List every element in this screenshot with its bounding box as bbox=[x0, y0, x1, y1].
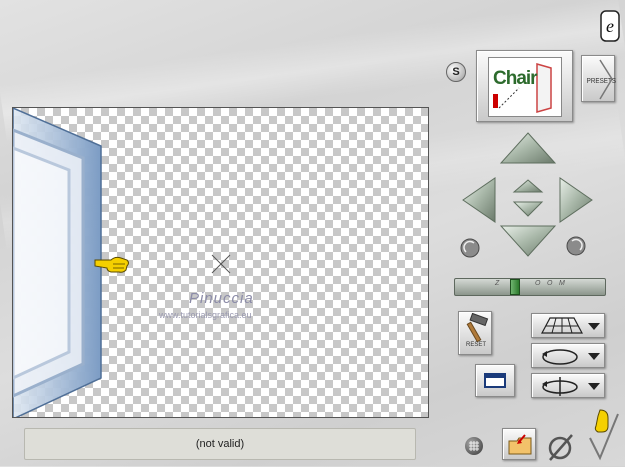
axis-rotation-dropdown[interactable] bbox=[531, 373, 605, 398]
grid-toggle-icon[interactable] bbox=[465, 437, 483, 455]
cancel-icon[interactable] bbox=[547, 432, 575, 462]
perspective-grid-icon bbox=[541, 317, 600, 334]
zoom-letter: Z bbox=[495, 280, 500, 287]
preview-canvas[interactable]: Pinuccia www.tutorialsgrafica.eu bbox=[12, 107, 429, 418]
preview-thumbnail: Chair bbox=[488, 57, 562, 117]
hammer-icon bbox=[466, 313, 489, 343]
axis-rotate-icon bbox=[542, 377, 600, 396]
reset-label: RESET bbox=[466, 342, 487, 348]
chevron-down-icon bbox=[588, 383, 600, 390]
move-up-small-icon[interactable] bbox=[512, 179, 544, 193]
rotate-circle-icon bbox=[542, 349, 600, 365]
zoom-letter: M bbox=[559, 280, 565, 287]
rotation-dropdown[interactable] bbox=[531, 343, 605, 368]
arrow-right-icon[interactable] bbox=[559, 177, 593, 223]
preview-text: Chair bbox=[493, 68, 538, 89]
ok-check-icon[interactable] bbox=[586, 408, 622, 462]
status-bar: (not valid) bbox=[24, 428, 416, 460]
arrow-up-icon[interactable] bbox=[499, 132, 557, 164]
reset-button[interactable]: RESET bbox=[458, 311, 492, 355]
zoom-slider-thumb[interactable] bbox=[510, 279, 520, 295]
presets-button[interactable]: PRESETS bbox=[581, 55, 616, 102]
chevron-down-icon bbox=[588, 353, 600, 360]
zoom-letter: O bbox=[547, 280, 553, 287]
pointing-hand-icon bbox=[94, 256, 129, 273]
info-icon[interactable]: e bbox=[600, 10, 620, 42]
status-text: (not valid) bbox=[195, 438, 245, 450]
arrow-down-icon[interactable] bbox=[499, 225, 557, 257]
zoom-slider[interactable]: Z O O M bbox=[454, 278, 606, 296]
perspective-dropdown[interactable] bbox=[531, 313, 605, 338]
rotate-left-icon[interactable] bbox=[460, 238, 480, 258]
move-down-small-icon[interactable] bbox=[512, 201, 544, 217]
s-button-label: S bbox=[452, 66, 460, 78]
folder-icon bbox=[508, 434, 532, 455]
arrow-left-icon[interactable] bbox=[462, 177, 496, 223]
load-folder-button[interactable] bbox=[502, 428, 536, 460]
watermark-name: Pinuccia bbox=[189, 290, 254, 307]
chevron-right-icon bbox=[599, 59, 613, 100]
s-button[interactable]: S bbox=[446, 62, 466, 82]
preset-preview[interactable]: Chair bbox=[476, 50, 573, 122]
svg-text:e: e bbox=[606, 16, 614, 36]
zoom-letter: O bbox=[535, 280, 541, 287]
direction-pad bbox=[460, 132, 593, 258]
rotate-right-icon[interactable] bbox=[566, 236, 586, 256]
window-icon bbox=[484, 373, 506, 388]
view-window-button[interactable] bbox=[475, 364, 515, 397]
center-cross-icon bbox=[211, 254, 231, 274]
chevron-down-icon bbox=[588, 323, 600, 330]
watermark-url: www.tutorialsgrafica.eu bbox=[159, 310, 252, 320]
